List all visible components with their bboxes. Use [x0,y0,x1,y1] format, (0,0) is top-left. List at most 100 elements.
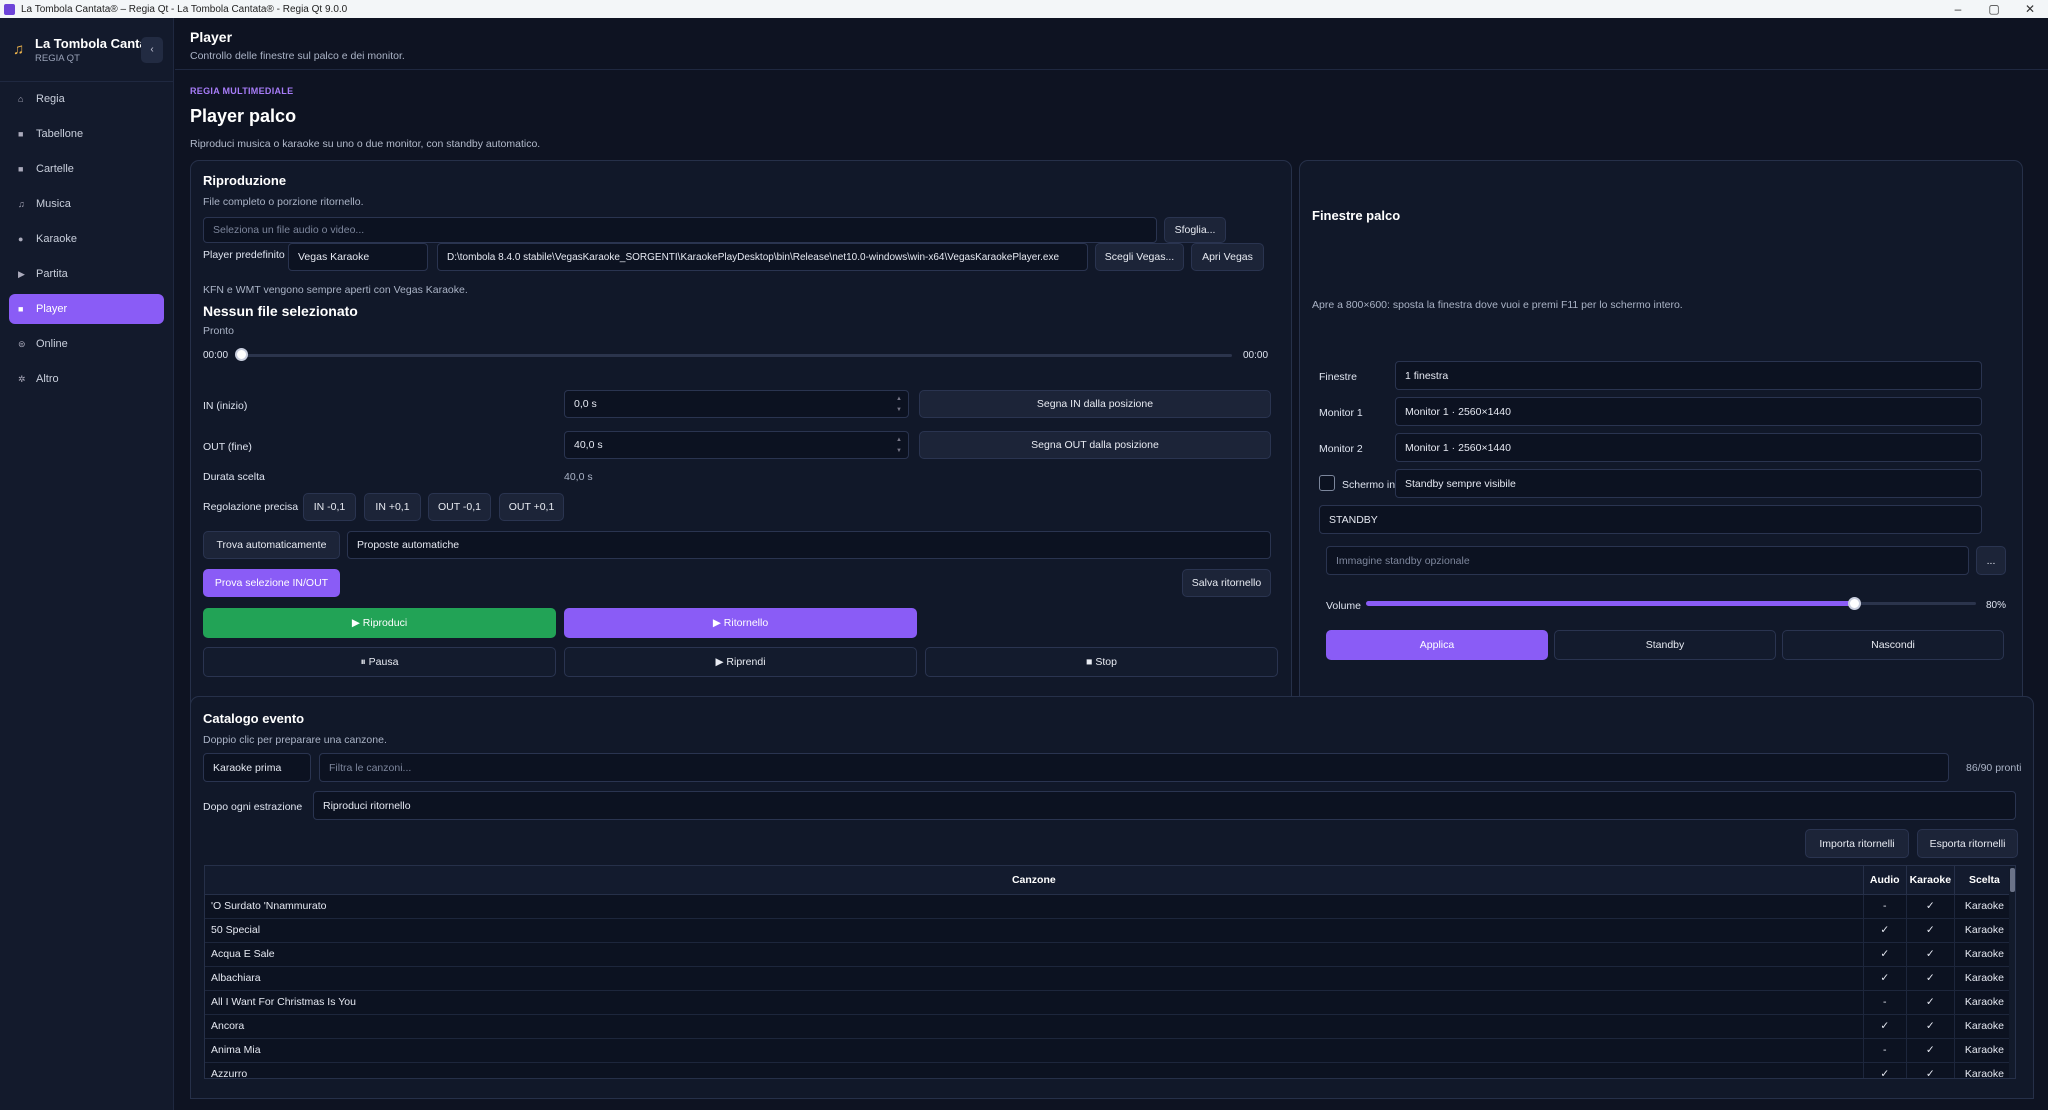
choice-cell[interactable]: Karaoke [1954,942,2015,967]
chorus-button[interactable]: ▶ Ritornello [564,608,917,638]
import-chorus-button[interactable]: Importa ritornelli [1805,829,1909,858]
spin-arrows-icon[interactable]: ▲ ▼ [896,394,904,416]
stop-button[interactable]: ■ Stop [925,647,1278,677]
mark-out-button[interactable]: Segna OUT dalla posizione [919,431,1271,459]
out-plus-button[interactable]: OUT +0,1 [499,493,564,521]
table-row[interactable]: 'O Surdato 'Nnammurato - ✓ Karaoke [205,894,2015,919]
choice-cell[interactable]: Karaoke [1954,918,2015,943]
column-header-choice[interactable]: Scelta [1954,866,2015,895]
choice-cell[interactable]: Karaoke [1954,1062,2015,1078]
play-icon: ▶ [18,268,25,279]
save-chorus-button[interactable]: Salva ritornello [1182,569,1271,597]
minimize-icon[interactable]: – [1940,2,1976,16]
test-selection-button[interactable]: Prova selezione IN/OUT [203,569,340,597]
after-extraction-select[interactable]: Riproduci ritornello [313,791,2016,820]
position-slider[interactable] [239,354,1232,357]
song-cell: Azzurro [205,1062,1864,1078]
after-extraction-label: Dopo ogni estrazione [203,801,303,813]
choice-cell[interactable]: Karaoke [1954,990,2015,1015]
fullscreen-checkbox[interactable] [1319,475,1335,491]
sidebar-item-label: Tabellone [36,128,84,140]
song-filter-input[interactable]: Filtra le canzoni... [319,753,1949,782]
ready-count: 86/90 pronti [1966,762,2022,774]
catalog-mode-select[interactable]: Karaoke prima [203,753,311,782]
table-row[interactable]: 50 Special ✓ ✓ Karaoke [205,918,2015,943]
file-input[interactable]: Seleziona un file audio o video... [203,217,1157,243]
table-row[interactable]: Anima Mia - ✓ Karaoke [205,1038,2015,1063]
player-path-field[interactable]: D:\tombola 8.4.0 stabile\VegasKaraoke_SO… [437,243,1088,271]
maximize-icon[interactable]: ▢ [1976,2,2012,16]
windows-label: Finestre [1319,371,1357,383]
mark-in-button[interactable]: Segna IN dalla posizione [919,390,1271,418]
apply-button[interactable]: Applica [1326,630,1548,660]
column-header-audio[interactable]: Audio [1863,866,1907,895]
choice-cell[interactable]: Karaoke [1954,1038,2015,1063]
default-player-select[interactable]: Vegas Karaoke [288,243,428,271]
position-slider-handle[interactable] [235,348,248,361]
choice-cell[interactable]: Karaoke [1954,894,2015,919]
standby-mode-select[interactable]: Standby sempre visibile [1395,469,1982,498]
close-icon[interactable]: ✕ [2012,2,2048,16]
sidebar-item-label: Musica [36,198,71,210]
audio-cell: - [1863,990,1907,1015]
volume-slider-handle[interactable] [1848,597,1861,610]
choice-cell[interactable]: Karaoke [1954,1014,2015,1039]
in-plus-button[interactable]: IN +0,1 [364,493,421,521]
table-row[interactable]: Albachiara ✓ ✓ Karaoke [205,966,2015,991]
spin-arrows-icon[interactable]: ▲ ▼ [896,435,904,457]
sidebar-item-partita[interactable]: ▶ Partita [9,259,164,289]
play-button[interactable]: ▶ Riproduci [203,608,556,638]
sidebar-item-label: Altro [36,373,59,385]
sidebar-item-online[interactable]: ⊜ Online [9,329,164,359]
monitor1-select[interactable]: Monitor 1 · 2560×1440 [1395,397,1982,426]
column-header-song[interactable]: Canzone [205,866,1864,895]
table-scrollbar-thumb[interactable] [2010,868,2015,892]
resume-button[interactable]: ▶ Riprendi [564,647,917,677]
choose-vegas-button[interactable]: Scegli Vegas... [1095,243,1184,271]
table-row[interactable]: Acqua E Sale ✓ ✓ Karaoke [205,942,2015,967]
table-header-row: Canzone Audio Karaoke Scelta [205,866,2015,895]
standby-text-field[interactable]: STANDBY [1319,505,1982,534]
sidebar-item-musica[interactable]: ♫ Musica [9,189,164,219]
in-spinbox[interactable]: 0,0 s ▲ ▼ [564,390,909,418]
brand: ♫ La Tombola Cantata REGIA QT ‹ [0,18,173,82]
browse-button[interactable]: Sfoglia... [1164,217,1226,243]
standby-button[interactable]: Standby [1554,630,1776,660]
pause-button[interactable]: ⏸ Pausa [203,647,556,677]
collapse-sidebar-button[interactable]: ‹ [141,36,163,63]
windows-select[interactable]: 1 finestra [1395,361,1982,390]
out-minus-button[interactable]: OUT -0,1 [428,493,491,521]
page-eyebrow: REGIA MULTIMEDIALE [190,86,294,96]
sidebar-item-karaoke[interactable]: ● Karaoke [9,224,164,254]
song-table[interactable]: Canzone Audio Karaoke Scelta 'O Surdato … [204,865,2016,1079]
table-row[interactable]: Ancora ✓ ✓ Karaoke [205,1014,2015,1039]
sidebar-item-player[interactable]: ■ Player [9,294,164,324]
window-title: La Tombola Cantata® – Regia Qt - La Tomb… [21,3,348,15]
sidebar-item-regia[interactable]: ⌂ Regia [9,84,164,114]
standby-image-input[interactable]: Immagine standby opzionale [1326,546,1969,575]
in-minus-button[interactable]: IN -0,1 [303,493,356,521]
auto-proposals-select[interactable]: Proposte automatiche [347,531,1271,559]
audio-cell: - [1863,1038,1907,1063]
table-scrollbar[interactable] [2009,866,2015,1078]
table-row[interactable]: All I Want For Christmas Is You - ✓ Karaoke [205,990,2015,1015]
open-vegas-button[interactable]: Apri Vegas [1191,243,1264,271]
auto-find-button[interactable]: Trova automaticamente [203,531,340,559]
standby-image-browse-button[interactable]: ... [1976,546,2006,575]
column-header-karaoke[interactable]: Karaoke [1906,866,1955,895]
export-chorus-button[interactable]: Esporta ritornelli [1917,829,2018,858]
out-spinbox[interactable]: 40,0 s ▲ ▼ [564,431,909,459]
hide-button[interactable]: Nascondi [1782,630,2004,660]
sidebar-nav: ⌂ Regia ■ Tabellone ■ Cartelle ♫ Musica ● Kar… [0,82,173,401]
in-value: 0,0 s [574,398,597,410]
monitor2-select[interactable]: Monitor 1 · 2560×1440 [1395,433,1982,462]
sidebar-item-altro[interactable]: ✲ Altro [9,364,164,394]
choice-cell[interactable]: Karaoke [1954,966,2015,991]
header-subtitle: Controllo delle finestre sul palco e dei… [190,50,405,62]
out-value: 40,0 s [574,439,603,451]
table-row[interactable]: Azzurro ✓ ✓ Karaoke [205,1062,2015,1078]
sidebar-item-tabellone[interactable]: ■ Tabellone [9,119,164,149]
song-cell: Anima Mia [205,1038,1864,1063]
sidebar-item-cartelle[interactable]: ■ Cartelle [9,154,164,184]
karaoke-cell: ✓ [1906,1014,1955,1039]
